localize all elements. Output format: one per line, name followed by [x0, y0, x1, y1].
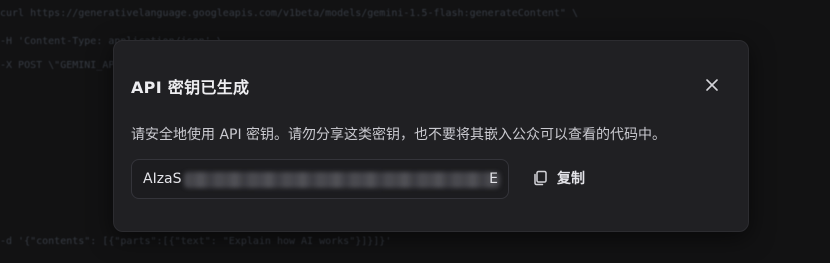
api-key-field[interactable]: AIzaS E: [131, 159, 509, 199]
copy-button[interactable]: 复制: [532, 165, 585, 191]
api-key-dialog: API 密钥已生成 请安全地使用 API 密钥。请勿分享这类密钥，也不要将其嵌入…: [113, 40, 749, 232]
close-button[interactable]: [701, 74, 723, 96]
close-icon: [706, 79, 718, 91]
api-key-suffix: E: [489, 171, 498, 187]
dialog-description: 请安全地使用 API 密钥。请勿分享这类密钥，也不要将其嵌入公众可以查看的代码中…: [131, 127, 667, 143]
copy-icon: [534, 170, 547, 186]
api-key-prefix: AIzaS: [143, 171, 182, 187]
api-key-masked-value: [184, 172, 500, 188]
dialog-title: API 密钥已生成: [131, 78, 250, 97]
copy-label: 复制: [557, 171, 585, 187]
